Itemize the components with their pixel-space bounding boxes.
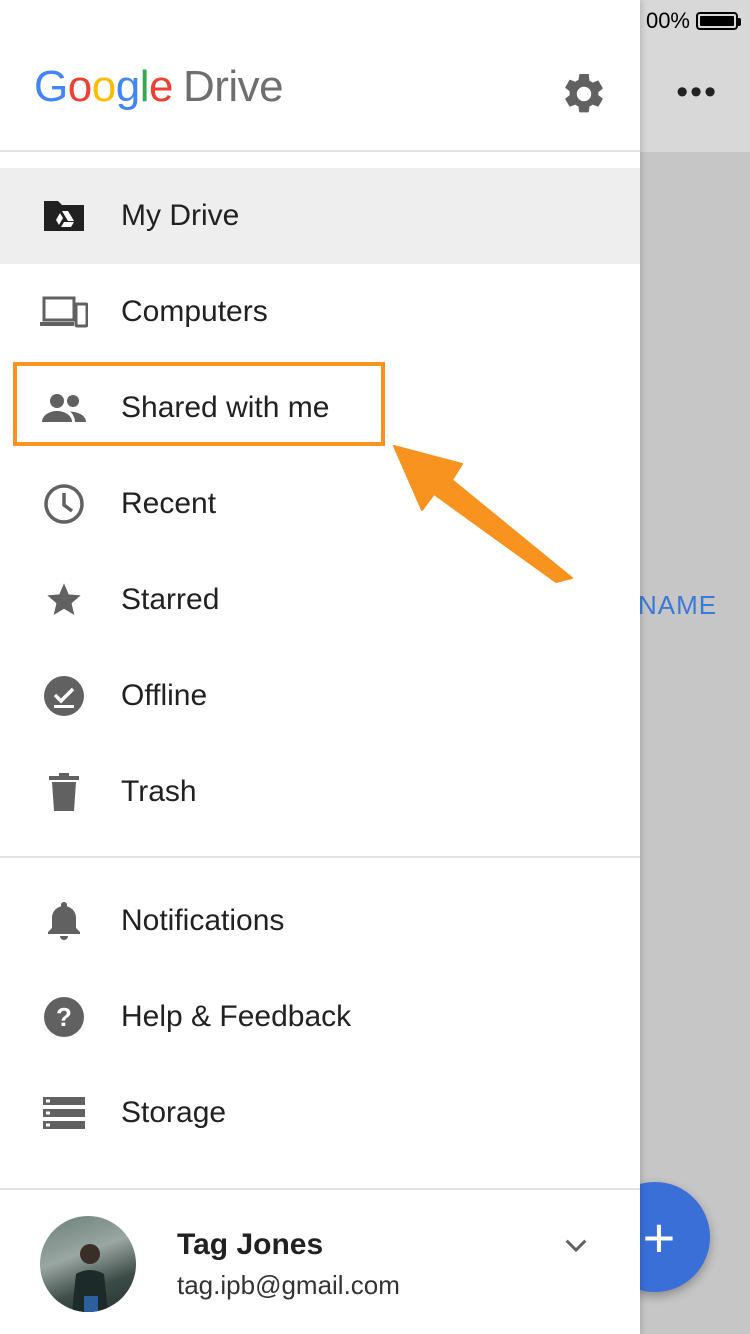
account-name: Tag Jones — [177, 1228, 324, 1261]
plus-icon: + — [642, 1205, 676, 1269]
more-options-icon[interactable]: ••• — [676, 75, 718, 109]
nav-item-offline[interactable]: Offline — [0, 648, 640, 744]
nav-label: Notifications — [121, 904, 285, 937]
settings-gear-icon[interactable] — [560, 70, 608, 118]
nav-label: Computers — [121, 295, 268, 328]
clock-icon — [40, 480, 88, 528]
highlight-box — [13, 362, 385, 446]
secondary-nav: Notifications ? Help & Feedback Storage — [0, 873, 640, 1161]
nav-item-trash[interactable]: Trash — [0, 744, 640, 840]
battery-icon — [696, 12, 741, 30]
nav-item-computers[interactable]: Computers — [0, 264, 640, 360]
nav-item-notifications[interactable]: Notifications — [0, 873, 640, 969]
help-icon: ? — [40, 993, 88, 1041]
nav-label: Offline — [121, 679, 208, 712]
nav-item-storage[interactable]: Storage — [0, 1065, 640, 1161]
nav-item-my-drive[interactable]: My Drive — [0, 168, 640, 264]
nav-label: My Drive — [121, 199, 240, 232]
storage-icon — [40, 1089, 88, 1137]
drawer-header: Google Drive — [0, 0, 640, 152]
offline-icon — [40, 672, 88, 720]
logo-drive-text: Drive — [182, 62, 284, 111]
chevron-down-icon[interactable] — [560, 1230, 592, 1262]
navigation-drawer: Google Drive My Drive Computers Shared wi… — [0, 0, 640, 1334]
account-switcher[interactable]: Tag Jones tag.ipb@gmail.com — [0, 1188, 640, 1334]
avatar — [40, 1216, 136, 1312]
bell-icon — [40, 897, 88, 945]
nav-label: Recent — [121, 487, 217, 520]
google-drive-logo: Google Drive — [34, 62, 284, 111]
trash-icon — [40, 768, 88, 816]
nav-item-help-feedback[interactable]: ? Help & Feedback — [0, 969, 640, 1065]
battery-percentage: 00% — [645, 8, 690, 33]
my-drive-icon — [40, 192, 88, 240]
svg-text:?: ? — [56, 1002, 72, 1032]
nav-label: Help & Feedback — [121, 1000, 352, 1033]
nav-label: Starred — [121, 583, 220, 616]
nav-label: Trash — [121, 775, 197, 808]
account-email: tag.ipb@gmail.com — [177, 1270, 400, 1300]
sort-by-name-button[interactable]: NAME — [638, 590, 717, 621]
status-battery: 00% — [645, 8, 741, 34]
computers-icon — [40, 288, 88, 336]
nav-label: Storage — [121, 1096, 227, 1129]
star-icon — [40, 576, 88, 624]
arrow-annotation-icon — [393, 445, 573, 583]
